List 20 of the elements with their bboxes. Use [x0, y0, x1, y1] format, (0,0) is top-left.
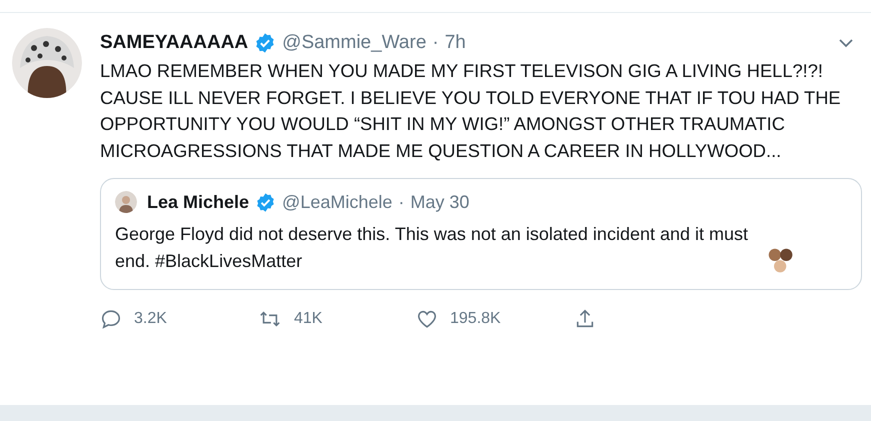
display-name: Lea Michele	[147, 192, 250, 212]
tweet-text: LMAO REMEMBER WHEN YOU MADE MY FIRST TELEVISON GIG A LIVING HELL?!?! CAUSE ILL NEVER FORGET. I BELIEVE YOU TOLD EVERYONE THAT IF TOU HAD THE OPPORTUNITY YOU WOULD “SHIT IN MY WIG!” AMONGST OTHER TRAUMATIC MICROAGRESSIONS THAT MADE ME QUESTION A CAREER IN HOLLYWOOD...	[100, 59, 842, 162]
heart-icon[interactable]	[416, 308, 438, 330]
action-count: 41K	[294, 310, 322, 328]
avatar	[115, 191, 137, 213]
raised-fists-icon	[767, 247, 795, 275]
reply-icon[interactable]	[100, 308, 122, 330]
share-icon[interactable]	[574, 308, 596, 330]
separator-dot: ·	[398, 192, 404, 212]
action-count: 195.8K	[450, 310, 501, 328]
quoted-text: George Floyd did not deserve this. This was not an isolated incident and it must end. #BlackLivesMatter	[115, 223, 750, 273]
timestamp[interactable]: 7h	[444, 32, 466, 54]
display-name[interactable]: SAMEYAAAAAA	[100, 32, 248, 54]
separator-dot: ·	[432, 32, 439, 54]
timestamp: May 30	[410, 192, 470, 212]
action-count: 3.2K	[134, 310, 167, 328]
user-handle: @LeaMichele	[282, 192, 392, 212]
quoted-tweet[interactable]: Lea Michele @LeaMichele · May 30 George Floyd did not deserve this. This was not an isolated incident and it must end. #BlackLivesMatter	[100, 178, 862, 290]
avatar[interactable]	[12, 28, 82, 98]
user-handle[interactable]: @Sammie_Ware	[282, 32, 426, 54]
